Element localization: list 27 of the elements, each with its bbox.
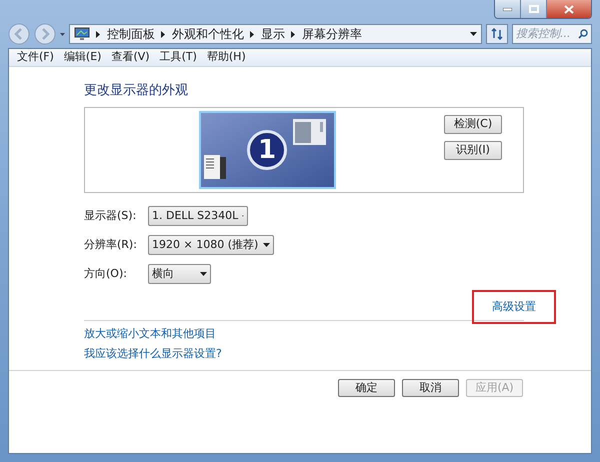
advanced-settings-link[interactable]: 高级设置: [492, 298, 536, 316]
menu-item[interactable]: 工具(T): [156, 49, 201, 66]
menu-item[interactable]: 编辑(E): [60, 49, 106, 66]
help-link[interactable]: 我应该选择什么显示器设置?: [84, 346, 524, 360]
setting-label: 方向(O):: [84, 266, 128, 282]
breadcrumb-item[interactable]: 控制面板: [107, 25, 155, 43]
dialog-button[interactable]: 取消: [402, 379, 459, 397]
setting-label: 分辨率(R):: [84, 236, 138, 253]
setting-label: 显示器(S):: [84, 208, 138, 224]
breadcrumb-item[interactable]: 显示: [261, 25, 285, 43]
breadcrumb-item[interactable]: 屏幕分辨率: [302, 25, 362, 43]
menu-item[interactable]: 文件(F): [13, 49, 58, 66]
monitor-number: 1: [247, 130, 287, 170]
page-heading: 更改显示器的外观: [84, 82, 189, 100]
breadcrumb-item[interactable]: 外观和个性化: [172, 25, 244, 43]
menu-item[interactable]: 查看(V): [107, 49, 154, 66]
help-link[interactable]: 放大或缩小文本和其他项目: [84, 326, 524, 340]
monitor-tile[interactable]: 1: [198, 111, 336, 189]
setting-dropdown[interactable]: 1920 × 1080 (推荐): [148, 235, 274, 255]
panel-button[interactable]: 检测(C): [444, 115, 502, 134]
setting-dropdown[interactable]: 1. DELL S2340L: [148, 206, 248, 226]
address-bar[interactable]: 控制面板 外观和个性化 显示 屏幕分辨率: [69, 24, 482, 44]
menu-item[interactable]: 帮助(H): [202, 49, 250, 66]
dialog-button[interactable]: 确定: [338, 379, 395, 397]
search-field[interactable]: 搜索控制...: [512, 24, 592, 44]
setting-dropdown[interactable]: 横向: [148, 264, 211, 284]
panel-button[interactable]: 识别(I): [444, 141, 502, 160]
